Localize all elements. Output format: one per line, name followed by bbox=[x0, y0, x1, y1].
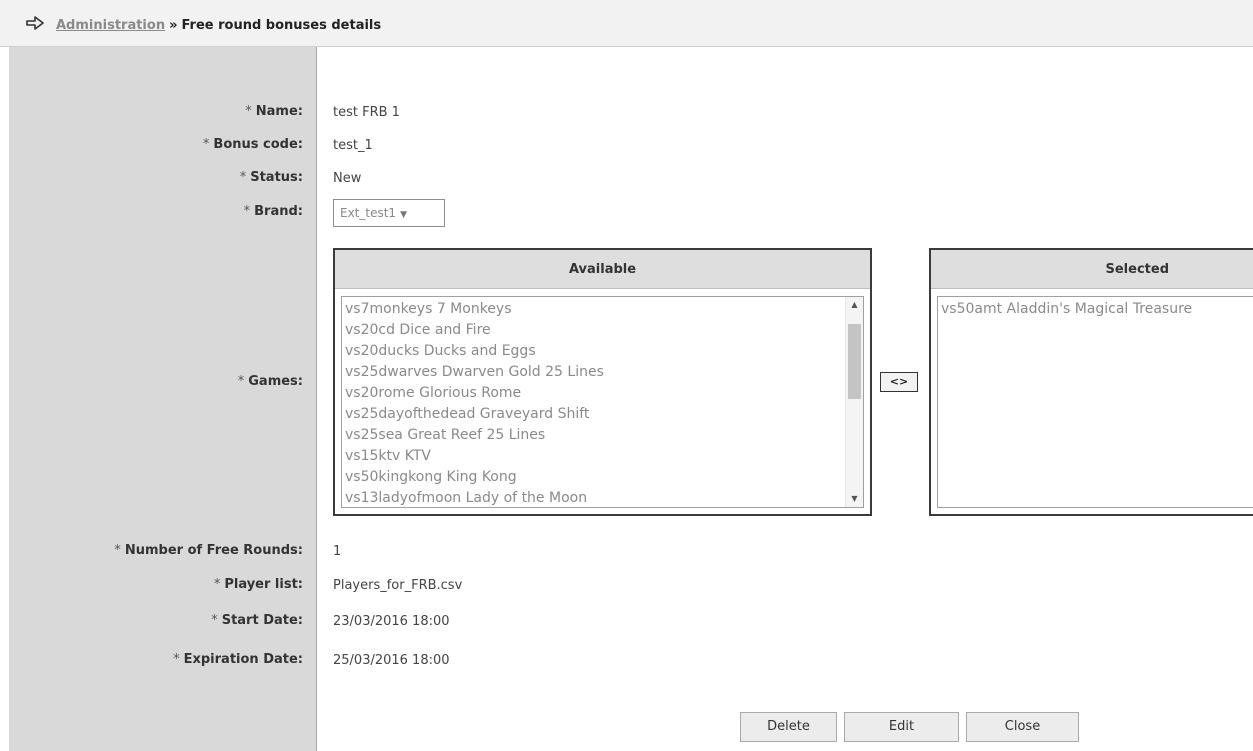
bonus-code-value: test_1 bbox=[333, 138, 373, 153]
available-games-panel: Available vs7monkeys 7 Monkeys vs20cd Dic… bbox=[333, 248, 872, 516]
scroll-up-icon[interactable]: ▲ bbox=[846, 297, 863, 313]
edit-button[interactable]: Edit bbox=[844, 712, 959, 742]
available-scrollbar[interactable]: ▲ ▼ bbox=[845, 297, 863, 507]
available-option[interactable]: vs50kingkong King Kong bbox=[342, 467, 863, 488]
available-option[interactable]: vs20rome Glorious Rome bbox=[342, 383, 863, 404]
games-label: * Games: bbox=[237, 374, 303, 389]
player-list-label: * Player list: bbox=[213, 577, 303, 592]
arrow-right-icon bbox=[26, 16, 44, 30]
move-games-button[interactable]: <> bbox=[880, 372, 918, 392]
available-option[interactable]: vs25dayofthedead Graveyard Shift bbox=[342, 404, 863, 425]
brand-select[interactable]: Ext_test1 ▼ bbox=[333, 199, 445, 227]
expiration-date-label: * Expiration Date: bbox=[173, 652, 303, 667]
bonus-code-label: * Bonus code: bbox=[202, 137, 303, 152]
scroll-thumb[interactable] bbox=[848, 324, 861, 399]
available-option[interactable]: vs7monkeys 7 Monkeys bbox=[342, 299, 863, 320]
scroll-down-icon[interactable]: ▼ bbox=[846, 491, 863, 507]
label-column bbox=[9, 47, 317, 751]
selected-option[interactable]: vs50amt Aladdin's Magical Treasure bbox=[938, 299, 1253, 320]
expiration-date-value: 25/03/2016 18:00 bbox=[333, 653, 450, 668]
breadcrumb: Administration » Free round bonuses detail… bbox=[56, 18, 381, 33]
available-option[interactable]: vs20cd Dice and Fire bbox=[342, 320, 863, 341]
start-date-value: 23/03/2016 18:00 bbox=[333, 614, 450, 629]
available-option[interactable]: vs13ladyofmoon Lady of the Moon bbox=[342, 488, 863, 507]
brand-label: * Brand: bbox=[243, 204, 303, 219]
status-value: New bbox=[333, 171, 362, 186]
brand-select-value: Ext_test1 bbox=[340, 206, 397, 220]
available-games-list[interactable]: vs7monkeys 7 Monkeys vs20cd Dice and Fire… bbox=[341, 296, 864, 508]
selected-header: Selected bbox=[931, 250, 1253, 289]
player-list-value: Players_for_FRB.csv bbox=[333, 578, 463, 593]
available-option[interactable]: vs20ducks Ducks and Eggs bbox=[342, 341, 863, 362]
available-option[interactable]: vs15ktv KTV bbox=[342, 446, 863, 467]
available-option[interactable]: vs25sea Great Reef 25 Lines bbox=[342, 425, 863, 446]
selected-games-panel: Selected vs50amt Aladdin's Magical Treas… bbox=[929, 248, 1253, 516]
free-rounds-value: 1 bbox=[333, 544, 342, 559]
selected-games-list[interactable]: vs50amt Aladdin's Magical Treasure bbox=[937, 296, 1253, 508]
breadcrumb-link-administration[interactable]: Administration bbox=[56, 18, 165, 33]
chevron-down-icon: ▼ bbox=[400, 210, 407, 220]
page-title: Free round bonuses details bbox=[181, 18, 382, 33]
breadcrumb-separator: » bbox=[169, 18, 178, 33]
close-button[interactable]: Close bbox=[966, 712, 1079, 742]
available-option[interactable]: vs25dwarves Dwarven Gold 25 Lines bbox=[342, 362, 863, 383]
free-rounds-label: * Number of Free Rounds: bbox=[114, 543, 303, 558]
name-value: test FRB 1 bbox=[333, 105, 400, 120]
name-label: * Name: bbox=[245, 104, 303, 119]
available-header: Available bbox=[335, 250, 870, 289]
start-date-label: * Start Date: bbox=[211, 613, 303, 628]
status-label: * Status: bbox=[239, 170, 303, 185]
page-header: Administration » Free round bonuses detail… bbox=[0, 0, 1253, 47]
delete-button[interactable]: Delete bbox=[740, 712, 837, 742]
